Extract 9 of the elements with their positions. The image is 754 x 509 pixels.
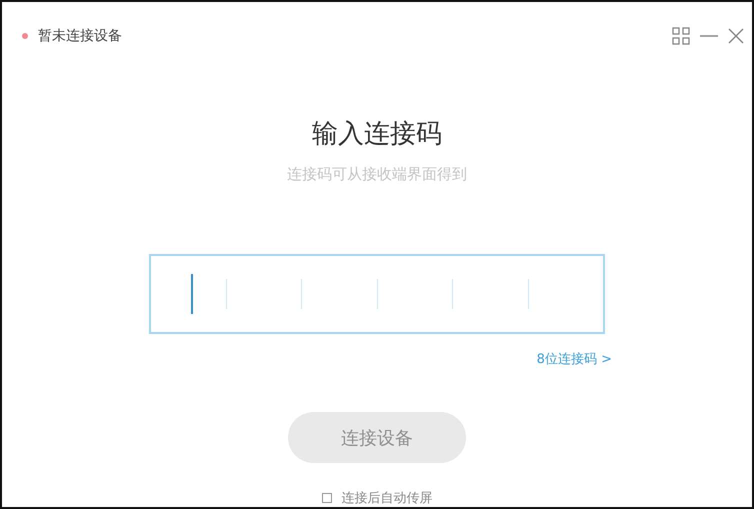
checkbox[interactable] (322, 493, 332, 503)
close-icon[interactable] (728, 28, 744, 44)
code-input-field[interactable] (149, 254, 605, 334)
grid-icon[interactable] (672, 26, 690, 45)
code-length-link[interactable]: 8位连接码 > (536, 350, 612, 368)
checkbox-label[interactable]: 连接后自动传屏 (342, 489, 432, 507)
page-subtitle: 连接码可从接收端界面得到 (287, 164, 467, 184)
page-title: 输入连接码 (312, 118, 442, 151)
connection-status: 暂未连接设备 (38, 26, 122, 45)
